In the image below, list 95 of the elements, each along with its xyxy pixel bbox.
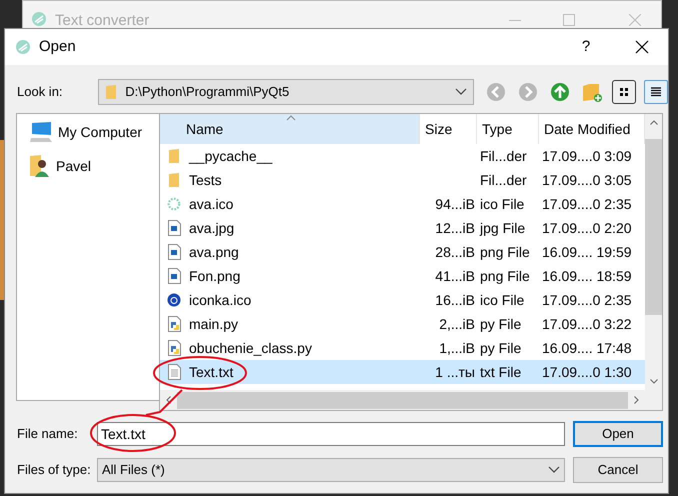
scroll-left-icon [166,396,171,404]
vertical-scrollbar[interactable] [645,114,662,390]
round-icon [167,293,181,307]
file-type: txt File [480,364,522,380]
file-type: py File [480,340,522,356]
file-row[interactable]: ava.ico 94...iB ico File 17.09....0 2:35 [160,192,645,216]
scrollbar-thumb[interactable] [645,139,662,315]
maximize-icon [563,14,575,26]
look-in-dropdown[interactable]: D:\Python\Programmi\PyQt5 [98,79,474,105]
cancel-button[interactable]: Cancel [573,457,663,483]
folder-icon [105,84,118,100]
file-date: 17.09....0 3:05 [542,172,632,188]
look-in-label: Look in: [17,83,64,102]
image-file-icon [168,268,180,284]
file-date: 17.09....0 2:35 [542,292,632,308]
file-date: 16.09.... 18:59 [542,268,632,284]
file-size: 1 ...ты [435,362,475,382]
file-date: 16.09.... 19:59 [542,244,632,260]
new-folder-icon [581,81,603,103]
python-file-icon [168,340,180,356]
file-type: png File [480,244,530,260]
file-date: 17.09....0 2:35 [542,196,632,212]
column-header[interactable]: Name [160,114,420,144]
file-row[interactable]: ava.png 28...iB png File 16.09.... 19:59 [160,240,645,264]
help-button[interactable]: ? [566,36,606,58]
file-row[interactable]: ava.jpg 12...iB jpg File 17.09....0 2:20 [160,216,645,240]
folder-icon [168,148,180,164]
file-date: 17.09....0 3:09 [542,148,632,164]
file-row[interactable]: obuchenie_class.py 1,...iB py File 16.09.... 17:48 [160,336,645,360]
file-name: ava.ico [189,194,234,214]
file-size: 1,...iB [439,338,475,358]
file-row[interactable]: main.py 2,...iB py File 17.09....0 3:22 [160,312,645,336]
file-type: png File [480,268,530,284]
chevron-down-icon [548,466,560,474]
app-logo-icon [15,39,31,55]
file-type: ico File [480,292,524,308]
image-file-icon [168,220,180,236]
file-date: 17.09....0 2:20 [542,220,632,236]
file-row[interactable]: Text.txt 1 ...ты txt File 17.09....0 1:30 [160,360,645,384]
python-file-icon [168,316,180,332]
file-type: ico File [480,196,524,212]
file-size: 16...iB [435,290,475,310]
file-date: 17.09....0 1:30 [542,364,632,380]
file-type: Fil...der [480,172,527,188]
close-icon [629,14,641,26]
minimize-icon [509,20,521,21]
open-button[interactable]: Open [573,421,663,447]
file-type: Fil...der [480,148,527,164]
chevron-down-icon [455,88,467,96]
computer-icon [29,121,53,143]
column-header[interactable]: Type [477,114,539,144]
file-name: obuchenie_class.py [189,338,312,358]
file-date: 17.09....0 3:22 [542,316,632,332]
window-title: Text converter [55,11,150,31]
file-name-field[interactable]: Text.txt [97,422,565,446]
image-file-icon [168,244,180,260]
dialog-title: Open [39,36,76,57]
close-icon [635,40,649,54]
horizontal-scrollbar[interactable] [160,390,662,410]
file-size: 2,...iB [439,314,475,334]
folder-icon [168,172,180,188]
scrollbar-thumb[interactable] [177,392,628,408]
text-file-icon [168,364,180,380]
file-name: Tests [189,170,222,190]
file-type-dropdown[interactable]: All Files (*) [97,458,565,482]
file-row[interactable]: iconka.ico 16...iB ico File 17.09....0 2:35 [160,288,645,312]
sidebar-item[interactable]: Pavel [29,152,180,180]
toolbar-button[interactable] [612,80,636,104]
file-size: 41...iB [435,266,475,286]
file-name: main.py [189,314,238,334]
scroll-down-icon [650,379,658,384]
ring-icon [167,196,181,212]
file-name-label: File name: [17,425,79,444]
file-type: jpg File [480,220,526,236]
file-name: Text.txt [189,362,234,382]
file-row[interactable]: Fon.png 41...iB png File 16.09.... 18:59 [160,264,645,288]
app-logo-icon [31,11,47,27]
annotation-line [146,389,183,416]
scroll-up-icon [650,120,658,125]
scroll-right-icon [634,396,639,404]
file-size: 12...iB [435,218,475,238]
file-name: Fon.png [189,266,240,286]
toolbar-button[interactable] [644,80,668,104]
sort-caret-icon [286,115,296,121]
user-folder-icon [29,154,51,178]
file-name: iconka.ico [189,290,252,310]
file-date: 16.09.... 17:48 [542,340,632,356]
column-header[interactable]: Size [420,114,477,144]
file-name: ava.jpg [189,218,234,238]
file-type-label: Files of type: [17,461,92,480]
file-size: 28...iB [435,242,475,262]
file-size: 94...iB [435,194,475,214]
file-type: py File [480,316,522,332]
file-name: ava.png [189,242,239,262]
file-name: __pycache__ [189,146,272,166]
